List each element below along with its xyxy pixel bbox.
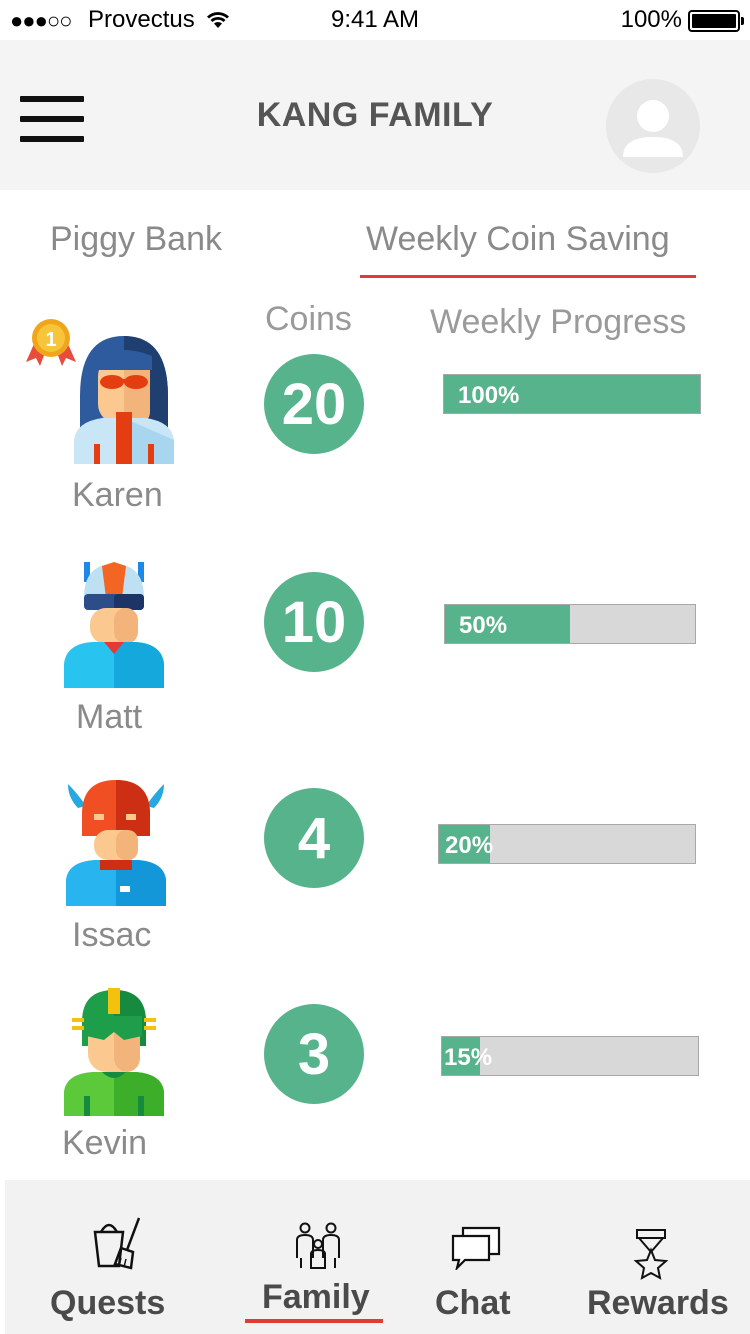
bucket-broom-icon: [93, 1217, 141, 1270]
coin-count-badge: 4: [264, 788, 364, 888]
family-icon: [296, 1222, 340, 1269]
progress-label: 20%: [445, 832, 494, 859]
member-row-issac[interactable]: Issac 4 20%: [0, 778, 750, 968]
matt-avatar-icon: [64, 562, 164, 688]
tab-label: Family: [262, 1278, 370, 1316]
kevin-avatar-icon: [64, 988, 164, 1116]
coin-count-badge: 10: [264, 572, 364, 672]
tab-label: Chat: [435, 1284, 511, 1322]
weekly-progress-bar: 20%: [438, 824, 696, 864]
weekly-progress-bar: 100%: [443, 374, 701, 414]
coin-count: 10: [281, 589, 347, 655]
issac-avatar-icon: [66, 780, 166, 906]
weekly-progress-bar: 15%: [441, 1036, 699, 1076]
svg-text:1: 1: [45, 329, 56, 351]
tab-label: Quests: [50, 1284, 166, 1322]
coin-count-badge: 20: [264, 354, 364, 454]
selected-tab-indicator: [360, 275, 696, 278]
weekly-progress-bar: 50%: [444, 604, 696, 644]
member-row-karen[interactable]: 1 Karen 20 100%: [0, 318, 750, 518]
tab-label: Rewards: [587, 1284, 729, 1322]
member-row-matt[interactable]: Matt 10 50%: [0, 560, 750, 750]
battery-icon: [688, 10, 744, 32]
progress-label: 50%: [459, 612, 508, 639]
tab-piggy-bank[interactable]: Piggy Bank: [50, 220, 222, 259]
tab-chat[interactable]: Chat: [425, 1180, 545, 1334]
member-row-kevin[interactable]: Kevin 3 15%: [0, 988, 750, 1168]
tab-rewards[interactable]: Rewards: [575, 1180, 745, 1334]
progress-label: 100%: [458, 382, 520, 409]
coin-count-badge: 3: [264, 1004, 364, 1104]
coin-count: 20: [281, 371, 347, 437]
chat-bubbles-icon: [451, 1226, 501, 1270]
battery-percentage: 100%: [620, 6, 682, 33]
tab-weekly-coin-saving[interactable]: Weekly Coin Saving: [366, 220, 670, 259]
bottom-tab-bar: Quests Family Chat Rewards: [5, 1180, 750, 1334]
member-name: Kevin: [62, 1124, 148, 1162]
coin-count: 3: [297, 1021, 331, 1087]
member-name: Karen: [72, 476, 163, 514]
member-name: Matt: [76, 698, 143, 736]
tab-quests[interactable]: Quests: [35, 1180, 195, 1334]
member-name: Issac: [72, 916, 152, 954]
status-bar: ●●●○○ Provectus 9:41 AM 100%: [0, 0, 750, 40]
tab-family[interactable]: Family: [245, 1180, 385, 1334]
trophy-medal-icon: [633, 1229, 669, 1280]
user-silhouette-icon: [623, 100, 683, 157]
progress-label: 15%: [444, 1044, 493, 1071]
selected-tab-underline: [245, 1319, 383, 1323]
app-header: KANG FAMILY: [0, 40, 750, 190]
profile-avatar-button[interactable]: [606, 79, 700, 173]
karen-avatar-icon: [74, 336, 174, 464]
medal-icon: 1: [26, 319, 76, 366]
coin-count: 4: [297, 805, 331, 871]
